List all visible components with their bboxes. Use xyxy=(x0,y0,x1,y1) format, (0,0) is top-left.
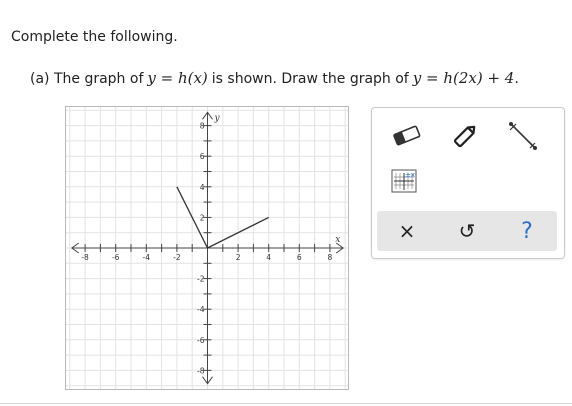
y-tick-label: -4 xyxy=(197,305,205,314)
x-tick-labels: -8 -6 -4 -2 2 4 6 8 xyxy=(81,253,332,262)
equation-transformed: y = h(2x) + 4 xyxy=(412,69,515,87)
x-tick-label: -8 xyxy=(81,253,89,262)
pencil-icon xyxy=(453,125,476,148)
pencil-tool-button[interactable] xyxy=(442,116,488,156)
coordinate-plane[interactable]: -8 -6 -4 -2 2 4 6 8 8 6 4 2 -2 -4 -6 -8 x y xyxy=(66,107,348,389)
y-tick-label: 2 xyxy=(200,213,205,222)
line-segment-icon xyxy=(509,122,537,150)
x-tick-label: -2 xyxy=(173,253,181,262)
x-tick-label: 4 xyxy=(266,253,271,262)
eraser-tool-button[interactable] xyxy=(384,116,430,156)
instructions: Complete the following. xyxy=(11,29,178,45)
help-button[interactable]: ? xyxy=(497,211,557,251)
part-a-middle: is shown. Draw the graph of xyxy=(211,71,409,87)
svg-text:±x: ±x xyxy=(405,171,415,179)
y-tick-label: -8 xyxy=(197,366,205,375)
x-tick-label: -4 xyxy=(143,253,151,262)
question-part-a: (a) The graph of y = h(x) is shown. Draw t… xyxy=(30,69,519,87)
y-tick-label: -6 xyxy=(197,336,205,345)
y-tick-label: 8 xyxy=(200,122,205,131)
eraser-icon xyxy=(393,125,421,146)
y-axis-label: y xyxy=(214,113,221,123)
x-tick-label: 8 xyxy=(328,253,333,262)
x-tick-label: 6 xyxy=(297,253,302,262)
graph-settings-button[interactable]: ±x xyxy=(389,166,419,196)
y-tick-label: 4 xyxy=(200,183,205,192)
x-tick-label: 2 xyxy=(236,253,241,262)
graphing-toolbar: ±x × ↺ ? xyxy=(371,107,565,259)
graph-canvas[interactable]: -8 -6 -4 -2 2 4 6 8 8 6 4 2 -2 -4 -6 -8 x y xyxy=(65,106,349,390)
part-a-suffix: . xyxy=(514,71,519,87)
clear-button[interactable]: × xyxy=(377,211,437,251)
x-axis-label: x xyxy=(335,235,340,245)
bottom-divider xyxy=(0,403,572,404)
undo-button[interactable]: ↺ xyxy=(437,211,497,251)
y-tick-label: 6 xyxy=(200,152,205,161)
line-segment-tool-button[interactable] xyxy=(500,114,546,158)
equation-h-of-x: y = h(x) xyxy=(147,69,208,87)
graph-settings-icon: ±x xyxy=(391,169,417,193)
x-tick-label: -6 xyxy=(112,253,120,262)
action-bar: × ↺ ? xyxy=(377,211,557,251)
part-a-prefix: (a) The graph of xyxy=(30,71,144,87)
y-tick-label: -2 xyxy=(197,275,205,284)
